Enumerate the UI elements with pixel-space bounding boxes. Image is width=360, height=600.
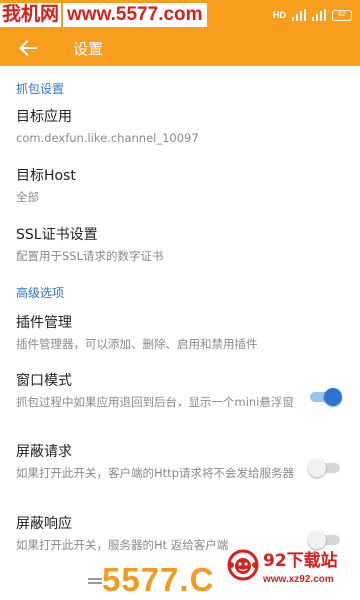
settings-screen: 我机网 www.5577.com HD 62 设置 抓包设置 目标应用 com.…	[0, 0, 360, 600]
pref-target-app[interactable]: 目标应用 com.dexfun.like.channel_10097	[16, 107, 344, 147]
pref-summary: 全部	[16, 190, 39, 204]
window-mode-toggle[interactable]	[308, 387, 342, 407]
toggle-thumb	[308, 531, 326, 549]
pref-window-mode[interactable]: 窗口模式 抓包过程中如果应用退回到后台，显示一个mini悬浮窗	[16, 371, 344, 411]
pref-title: SSL证书设置	[16, 227, 98, 243]
pref-summary: com.dexfun.like.channel_10097	[16, 131, 199, 145]
toggle-thumb	[324, 388, 342, 406]
pref-summary: 如果打开此开关，服务器的Ht 返给客户端	[16, 538, 229, 552]
status-icons: HD 62	[273, 6, 352, 24]
pref-title: 目标Host	[16, 168, 76, 184]
pref-title: 屏蔽请求	[16, 444, 72, 460]
top-watermark: 我机网 www.5577.com	[0, 0, 207, 30]
signal-icon-2	[312, 9, 326, 21]
pref-title: 插件管理	[16, 315, 72, 331]
pref-title: 目标应用	[16, 109, 72, 125]
network-label: HD	[273, 10, 286, 20]
pref-summary: 插件管理器，可以添加、删除、启用和禁用插件	[16, 337, 258, 351]
battery-icon: 62	[332, 9, 352, 21]
block-request-toggle[interactable]	[308, 458, 342, 478]
pref-ssl-certificate[interactable]: SSL证书设置 配置用于SSL请求的数字证书	[16, 225, 344, 265]
pref-block-request[interactable]: 屏蔽请求 如果打开此开关，客户端的Http请求将不会发给服务器	[16, 442, 344, 482]
pref-summary: 配置用于SSL请求的数字证书	[16, 249, 164, 263]
watermark-site-url: www.5577.com	[63, 3, 207, 27]
toggle-thumb	[308, 459, 326, 477]
watermark-brand: 5577.C	[102, 561, 215, 598]
arrow-left-icon	[19, 40, 37, 56]
block-response-toggle[interactable]	[308, 530, 342, 550]
watermark-handle	[88, 578, 102, 584]
battery-level: 62	[338, 10, 346, 18]
pref-title: 屏蔽响应	[16, 516, 72, 532]
pref-target-host[interactable]: 目标Host 全部	[16, 166, 344, 206]
page-title: 设置	[73, 39, 104, 58]
watermark-site-name-bottom: 92下载站	[263, 551, 338, 571]
pref-summary: 抓包过程中如果应用退回到后台，显示一个mini悬浮窗	[16, 395, 294, 409]
watermark-site-name: 我机网	[0, 3, 62, 27]
status-bar: 我机网 www.5577.com HD 62	[0, 0, 360, 30]
watermark-site-url-bottom: www.xz92.com	[263, 574, 334, 585]
signal-icon	[292, 9, 306, 21]
section-header-capture: 抓包设置	[16, 82, 65, 96]
section-header-advanced: 高级选项	[16, 286, 65, 300]
app-bar: 设置	[0, 30, 360, 66]
monkey-logo-icon	[227, 549, 259, 581]
pref-plugin-manager[interactable]: 插件管理 插件管理器，可以添加、删除、启用和禁用插件	[16, 313, 344, 353]
back-button[interactable]	[0, 30, 56, 66]
pref-summary: 如果打开此开关，客户端的Http请求将不会发给服务器	[16, 466, 294, 480]
pref-title: 窗口模式	[16, 373, 72, 389]
pref-block-response[interactable]: 屏蔽响应 如果打开此开关，服务器的Ht 返给客户端	[16, 514, 344, 554]
